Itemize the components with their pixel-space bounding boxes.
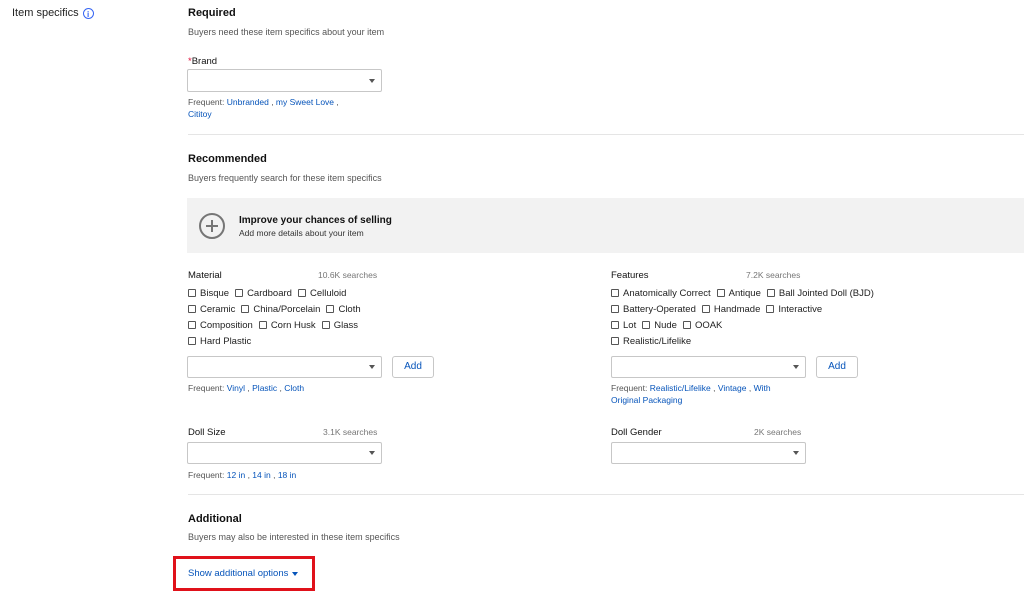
doll-size-select[interactable] [187,442,382,464]
brand-select[interactable] [187,69,382,92]
doll-gender-label: Doll Gender [611,427,662,438]
checkbox-icon [188,337,196,345]
checkbox-icon [611,305,619,313]
chevron-down-icon [793,451,799,455]
frequent-option[interactable]: Vinyl [227,383,245,393]
features-checkbox[interactable]: Anatomically Correct [611,288,711,299]
frequent-option[interactable]: Plastic [252,383,277,393]
material-checkbox[interactable]: China/Porcelain [241,304,320,315]
material-checkbox[interactable]: Cardboard [235,288,292,299]
material-checkbox[interactable]: Composition [188,320,253,331]
features-options: Anatomically Correct Antique Ball Jointe… [611,285,880,349]
features-checkbox[interactable]: Interactive [766,304,822,315]
checkbox-icon [188,321,196,329]
checkbox-icon [766,305,775,313]
doll-gender-select[interactable] [611,442,806,464]
frequent-option[interactable]: Cloth [284,383,304,393]
checkbox-icon [716,289,725,297]
checkbox-icon [611,321,619,329]
features-select[interactable] [611,356,806,378]
improve-title: Improve your chances of selling [239,215,392,226]
checkbox-icon [188,305,196,313]
material-frequent: Frequent: Vinyl , Plastic , Cloth [188,383,305,393]
frequent-option[interactable]: Cititoy [188,109,212,119]
checkbox-icon [241,305,250,313]
brand-frequent: Frequent: Unbranded , my Sweet Love , Ci… [188,97,339,119]
required-heading: Required [188,7,236,19]
additional-subtitle: Buyers may also be interested in these i… [188,532,400,542]
material-label: Material [188,270,222,281]
checkbox-icon [611,337,619,345]
recommended-subtitle: Buyers frequently search for these item … [188,173,382,183]
doll-size-frequent: Frequent: 12 in , 14 in , 18 in [188,470,297,480]
material-checkbox[interactable]: Cloth [326,304,361,315]
material-checkbox[interactable]: Glass [321,320,358,331]
features-checkbox[interactable]: OOAK [682,320,722,331]
plus-circle-icon [199,213,225,239]
features-count: 7.2K searches [746,270,801,280]
checkbox-icon [326,305,335,313]
checkbox-icon [188,289,196,297]
material-checkbox[interactable]: Celluloid [297,288,346,299]
item-specifics-label: Item specifics i [12,7,94,19]
improve-banner: Improve your chances of selling Add more… [187,198,1024,253]
material-checkbox[interactable]: Hard Plastic [188,336,251,347]
additional-heading: Additional [188,513,242,525]
features-checkbox[interactable]: Battery-Operated [611,304,696,315]
features-checkbox[interactable]: Realistic/Lifelike [611,336,691,347]
frequent-option[interactable]: 18 in [278,470,296,480]
brand-label: *Brand [188,56,218,67]
checkbox-icon [701,305,710,313]
chevron-down-icon [369,451,375,455]
recommended-heading: Recommended [188,153,267,165]
features-checkbox[interactable]: Ball Jointed Doll (BJD) [766,288,874,299]
doll-gender-count: 2K searches [754,427,802,437]
features-add-button[interactable]: Add [816,356,858,378]
doll-size-count: 3.1K searches [323,427,378,437]
caret-down-icon [292,571,299,576]
material-options: Bisque Cardboard Celluloid Ceramic China… [188,285,367,349]
material-add-button[interactable]: Add [392,356,434,378]
material-checkbox[interactable]: Bisque [188,288,229,299]
checkbox-icon [321,321,330,329]
item-specifics-text: Item specifics [12,7,79,19]
required-subtitle: Buyers need these item specifics about y… [188,27,385,37]
frequent-option[interactable]: Unbranded [227,97,269,107]
features-checkbox[interactable]: Lot [611,320,636,331]
features-checkbox[interactable]: Handmade [701,304,760,315]
features-frequent: Frequent: Realistic/Lifelike , Vintage ,… [611,383,771,405]
features-label: Features [611,270,649,281]
material-checkbox[interactable]: Ceramic [188,304,235,315]
checkbox-icon [611,289,619,297]
checkbox-icon [766,289,775,297]
chevron-down-icon [369,78,375,83]
checkbox-icon [642,321,651,329]
material-checkbox[interactable]: Corn Husk [258,320,316,331]
frequent-option[interactable]: Vintage [718,383,747,393]
show-additional-options-link[interactable]: Show additional options [188,568,299,579]
checkbox-icon [258,321,267,329]
checkbox-icon [682,321,691,329]
frequent-option[interactable]: 14 in [252,470,270,480]
material-count: 10.6K searches [318,270,378,280]
features-checkbox[interactable]: Antique [716,288,761,299]
chevron-down-icon [793,365,799,369]
features-checkbox[interactable]: Nude [642,320,677,331]
section-divider [188,494,1024,495]
checkbox-icon [297,289,306,297]
info-icon[interactable]: i [82,7,94,19]
checkbox-icon [235,289,244,297]
section-divider [188,134,1024,135]
frequent-option[interactable]: Realistic/Lifelike [650,383,711,393]
improve-subtitle: Add more details about your item [239,228,364,238]
material-select[interactable] [187,356,382,378]
frequent-option[interactable]: 12 in [227,470,245,480]
chevron-down-icon [369,365,375,369]
doll-size-label: Doll Size [188,427,226,438]
frequent-option[interactable]: my Sweet Love [276,97,334,107]
